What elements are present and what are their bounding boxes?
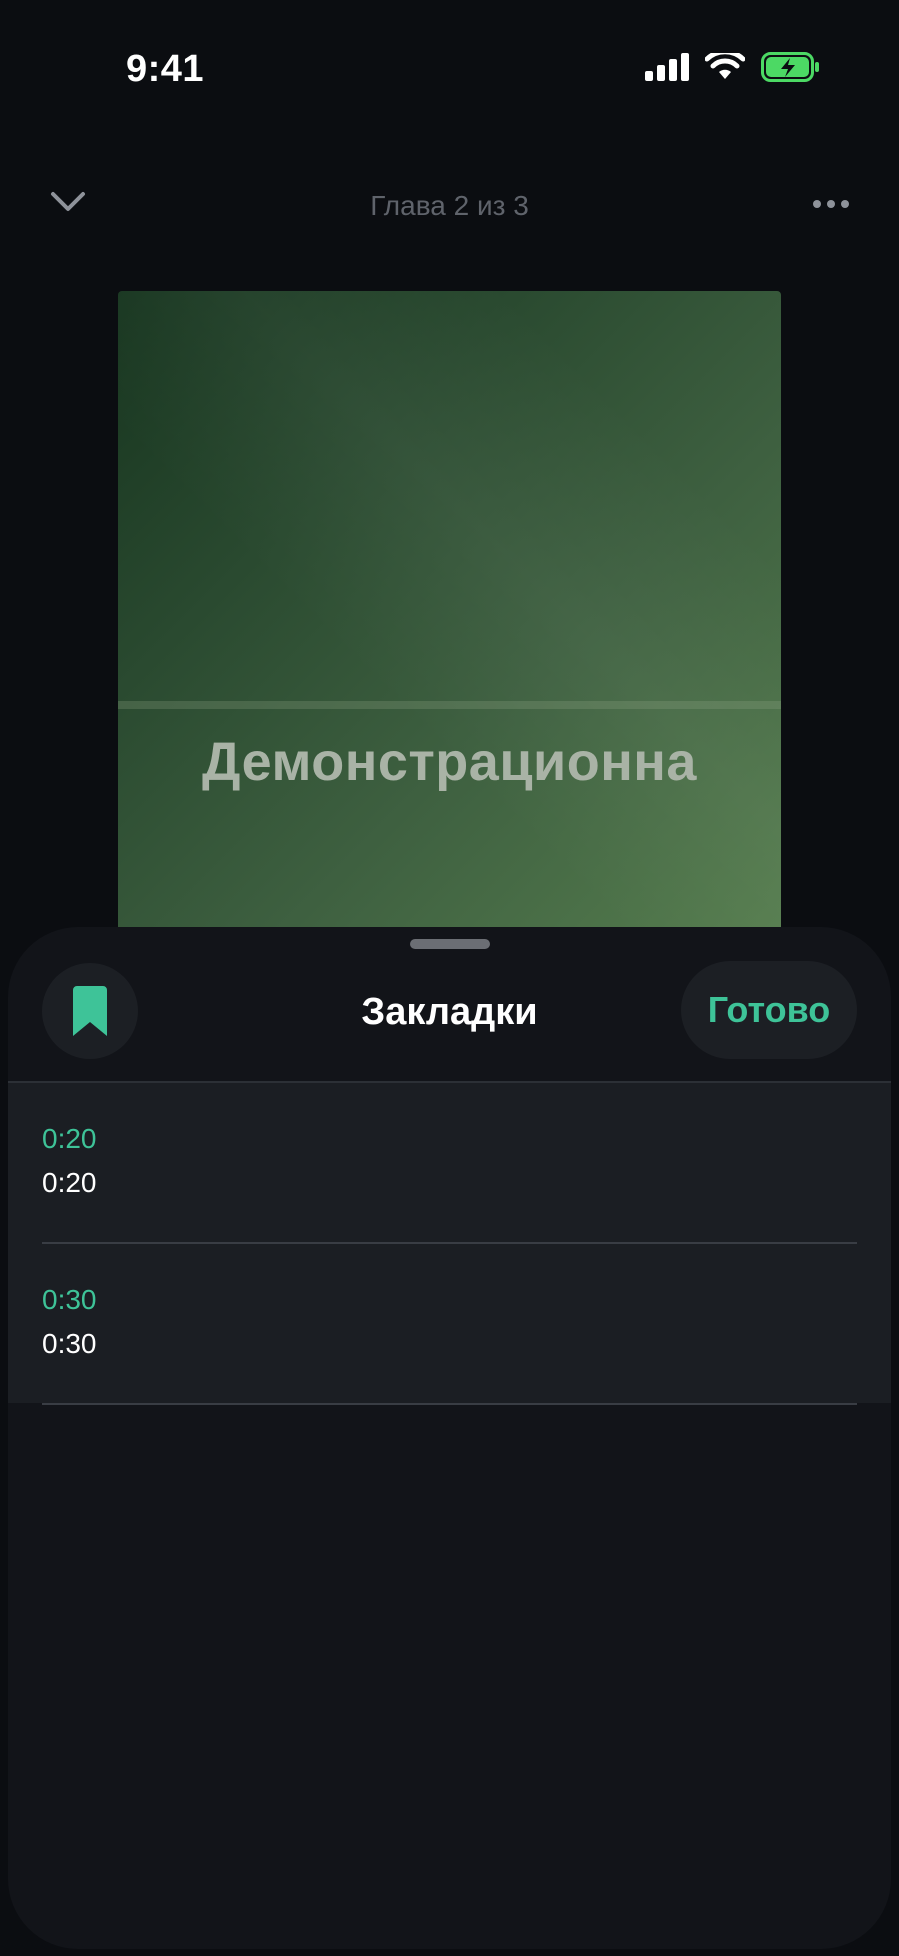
book-cover: Демонстрационна <box>118 291 781 971</box>
bookmarks-list: 0:20 0:20 0:30 0:30 <box>8 1081 891 1405</box>
bookmark-time: 0:20 <box>42 1123 97 1154</box>
bookmark-title: 0:30 <box>42 1328 97 1359</box>
sheet-grabber[interactable] <box>410 939 490 949</box>
done-button[interactable]: Готово <box>681 961 857 1059</box>
bookmark-title: 0:20 <box>42 1167 97 1198</box>
bookmark-row[interactable]: 0:30 0:30 <box>8 1244 891 1405</box>
bookmark-row[interactable]: 0:20 0:20 <box>8 1083 891 1244</box>
cover-divider <box>118 701 781 709</box>
status-time: 9:41 <box>126 48 205 90</box>
cellular-signal-icon <box>645 53 689 81</box>
chapter-label: Глава 2 из 3 <box>370 190 529 221</box>
row-divider <box>42 1403 857 1405</box>
more-horizontal-icon <box>841 200 849 208</box>
cover-sheen <box>118 291 781 971</box>
more-button[interactable] <box>803 184 859 224</box>
bookmark-time: 0:30 <box>42 1284 97 1315</box>
more-horizontal-icon <box>827 200 835 208</box>
more-horizontal-icon <box>813 200 821 208</box>
player-screen: 9:41 Глава 2 из 3 Демонстрационна Заклад… <box>0 0 899 1956</box>
player-top-bar: Глава 2 из 3 <box>0 170 899 240</box>
status-bar: 9:41 <box>0 0 899 140</box>
wifi-icon <box>705 53 745 79</box>
battery-charging-icon <box>761 52 819 82</box>
cover-title: Демонстрационна <box>202 732 697 792</box>
bookmarks-sheet: Закладки Готово 0:20 0:20 0:30 0:30 <box>8 927 891 1949</box>
status-icons <box>645 52 821 82</box>
